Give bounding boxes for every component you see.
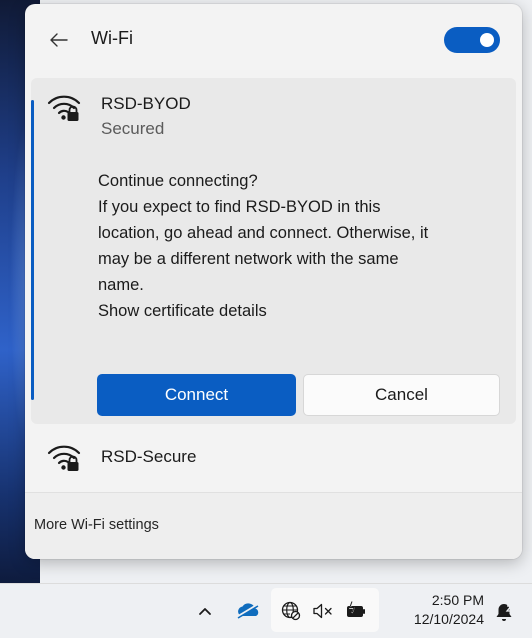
taskbar: 2:50 PM 12/10/2024: [0, 583, 532, 638]
wifi-secured-icon: [47, 95, 81, 121]
show-certificate-link[interactable]: Show certificate details: [98, 298, 508, 324]
prompt-line: If you expect to find RSD-BYOD in this: [98, 198, 381, 216]
prompt-line: name.: [98, 276, 144, 294]
notification-center-button[interactable]: [490, 598, 518, 626]
wifi-secured-icon: [47, 445, 81, 471]
network-name: RSD-Secure: [101, 447, 197, 466]
wifi-toggle[interactable]: [444, 27, 500, 53]
quick-settings-button[interactable]: [271, 588, 379, 632]
arrow-left-icon: [50, 33, 68, 47]
flyout-footer: More Wi-Fi settings: [25, 492, 522, 559]
show-hidden-icons-button[interactable]: [190, 596, 220, 626]
connect-button[interactable]: Connect: [97, 374, 296, 416]
prompt-line: location, go ahead and connect. Otherwis…: [98, 224, 429, 242]
toggle-knob: [480, 33, 494, 47]
wifi-flyout: Wi-Fi RSD-BYOD Secured Continue connecti…: [25, 4, 522, 559]
prompt-line: may be a different network with the same: [98, 250, 399, 268]
back-button[interactable]: [45, 26, 73, 54]
volume-muted-icon: [313, 603, 332, 619]
clock-date: 12/10/2024: [413, 611, 484, 627]
chevron-up-icon: [199, 608, 211, 615]
page-title: Wi-Fi: [91, 28, 133, 48]
clock-button[interactable]: 2:50 PM 12/10/2024: [404, 591, 484, 629]
onedrive-button[interactable]: [232, 596, 264, 626]
onedrive-icon: [236, 603, 259, 619]
globe-no-internet-icon: [281, 601, 301, 621]
notification-icon: [496, 604, 513, 621]
network-name: RSD-BYOD: [101, 94, 191, 113]
prompt-heading: Continue connecting?: [98, 172, 258, 190]
cancel-button[interactable]: Cancel: [303, 374, 500, 416]
network-list-item[interactable]: RSD-Secure: [31, 428, 516, 486]
selection-indicator: [31, 100, 34, 400]
wifi-header: Wi-Fi: [25, 4, 522, 76]
more-wifi-settings-link[interactable]: More Wi-Fi settings: [34, 517, 159, 533]
network-status: Secured: [101, 119, 165, 138]
battery-charging-icon: [347, 601, 365, 617]
clock-time: 2:50 PM: [431, 592, 484, 608]
network-card-selected: RSD-BYOD Secured Continue connecting? If…: [31, 78, 516, 424]
connect-prompt: Continue connecting? If you expect to fi…: [98, 168, 508, 324]
